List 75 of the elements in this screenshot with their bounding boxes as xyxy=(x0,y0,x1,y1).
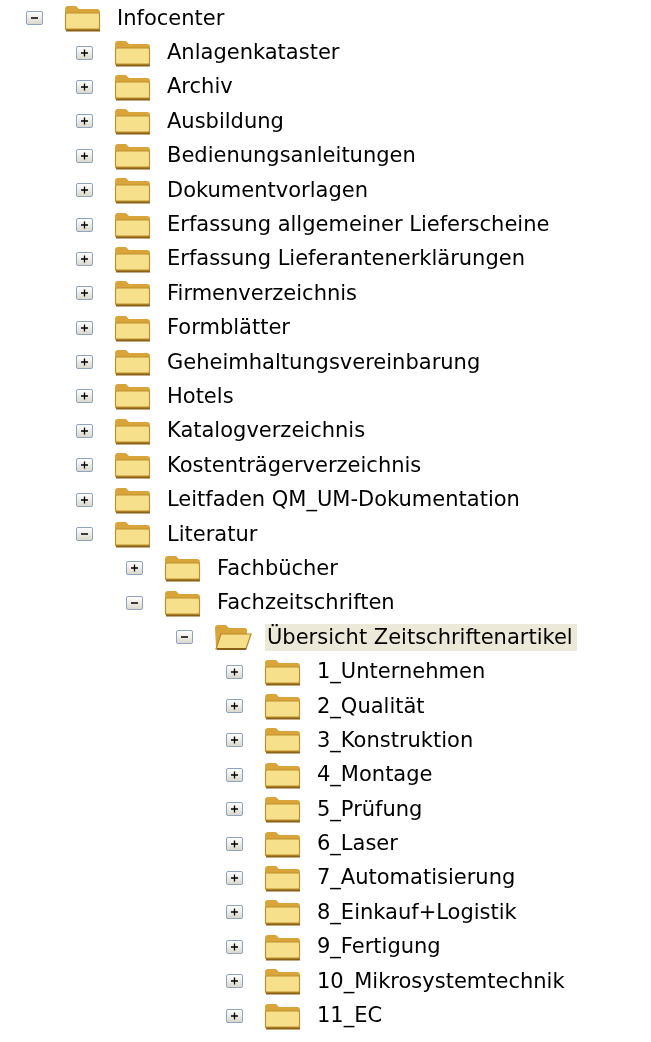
expand-icon[interactable] xyxy=(76,45,93,60)
folder-icon xyxy=(113,381,153,412)
collapse-icon[interactable] xyxy=(76,527,93,542)
folder-label[interactable]: Kostenträgerverzeichnis xyxy=(165,451,426,479)
folder-label[interactable]: 10_Mikrosystemtechnik xyxy=(315,967,569,995)
expand-icon[interactable] xyxy=(126,561,143,576)
folder-icon xyxy=(63,3,103,34)
folder-label[interactable]: Ausbildung xyxy=(165,107,288,135)
folder-label[interactable]: Erfassung allgemeiner Lieferscheine xyxy=(165,211,554,239)
expand-icon[interactable] xyxy=(76,79,93,94)
expand-icon[interactable] xyxy=(76,355,93,370)
folder-icon xyxy=(263,725,303,756)
expand-icon[interactable] xyxy=(226,767,243,782)
folder-label[interactable]: Literatur xyxy=(165,520,262,548)
folder-label[interactable]: 6_Laser xyxy=(315,830,402,858)
expand-icon[interactable] xyxy=(226,905,243,920)
expand-icon[interactable] xyxy=(76,148,93,163)
folder-label[interactable]: Bedienungsanleitungen xyxy=(165,142,420,170)
expand-icon[interactable] xyxy=(76,251,93,266)
expand-icon[interactable] xyxy=(226,699,243,713)
folder-icon xyxy=(113,106,153,137)
folder-label[interactable]: Fachzeitschriften xyxy=(215,589,399,617)
folder-icon xyxy=(113,450,153,481)
folder-label[interactable]: Infocenter xyxy=(115,4,229,32)
folder-label[interactable]: 3_Konstruktion xyxy=(315,726,478,754)
folder-icon xyxy=(263,966,303,997)
expand-icon[interactable] xyxy=(226,733,243,748)
folder-label[interactable]: 9_Fertigung xyxy=(315,933,445,961)
folder-icon xyxy=(263,897,303,928)
folder-label[interactable]: Geheimhaltungsvereinbarung xyxy=(165,348,485,376)
folder-label[interactable]: Firmenverzeichnis xyxy=(165,279,362,307)
folder-label[interactable]: 7_Automatisierung xyxy=(315,864,520,892)
folder-label[interactable]: 1_Unternehmen xyxy=(315,658,490,686)
expand-icon[interactable] xyxy=(226,974,243,989)
folder-label[interactable]: Hotels xyxy=(165,383,238,410)
folder-label[interactable]: 11_EC xyxy=(315,1002,387,1029)
folder-label[interactable]: 8_Einkauf+Logistik xyxy=(315,898,521,926)
folder-label[interactable]: Formblätter xyxy=(165,314,294,342)
expand-icon[interactable] xyxy=(226,939,243,954)
expand-icon[interactable] xyxy=(76,217,93,232)
folder-label[interactable]: Fachbücher xyxy=(215,554,342,582)
expand-icon[interactable] xyxy=(76,389,93,404)
expand-icon[interactable] xyxy=(226,664,243,679)
expand-icon[interactable] xyxy=(76,458,93,473)
folder-label[interactable]: Archiv xyxy=(165,73,237,101)
folder-label[interactable]: 5_Prüfung xyxy=(315,795,427,823)
folder-icon xyxy=(113,519,153,550)
expand-icon[interactable] xyxy=(76,183,93,198)
folder-label[interactable]: Katalogverzeichnis xyxy=(165,417,370,445)
folder-icon xyxy=(113,347,153,378)
collapse-icon[interactable] xyxy=(176,630,193,645)
expand-icon[interactable] xyxy=(226,802,243,817)
folder-label[interactable]: 2_Qualität xyxy=(315,692,429,720)
folder-label[interactable]: Anlagenkataster xyxy=(165,39,344,67)
folder-icon xyxy=(163,553,203,584)
folder-label[interactable]: Erfassung Lieferantenerklärungen xyxy=(165,245,529,273)
folder-label[interactable]: Leitfaden QM_UM-Dokumentation xyxy=(165,486,524,514)
folder-icon xyxy=(113,175,153,206)
expand-icon[interactable] xyxy=(76,286,93,301)
collapse-icon[interactable] xyxy=(126,595,143,610)
folder-icon xyxy=(113,278,153,309)
folder-label[interactable]: 4_Montage xyxy=(315,761,437,789)
folder-label[interactable]: Übersicht Zeitschriftenartikel xyxy=(265,623,577,651)
expand-icon[interactable] xyxy=(76,114,93,129)
folder-icon xyxy=(263,691,303,721)
expand-icon[interactable] xyxy=(226,1008,243,1023)
folder-label[interactable]: Dokumentvorlagen xyxy=(165,176,372,204)
expand-icon[interactable] xyxy=(226,836,243,851)
collapse-icon[interactable] xyxy=(26,11,43,26)
folder-icon xyxy=(263,794,303,825)
expand-icon[interactable] xyxy=(76,320,93,335)
expand-icon[interactable] xyxy=(76,492,93,507)
expand-icon[interactable] xyxy=(226,870,243,885)
open-folder-icon xyxy=(213,622,253,653)
expand-icon[interactable] xyxy=(76,423,93,438)
